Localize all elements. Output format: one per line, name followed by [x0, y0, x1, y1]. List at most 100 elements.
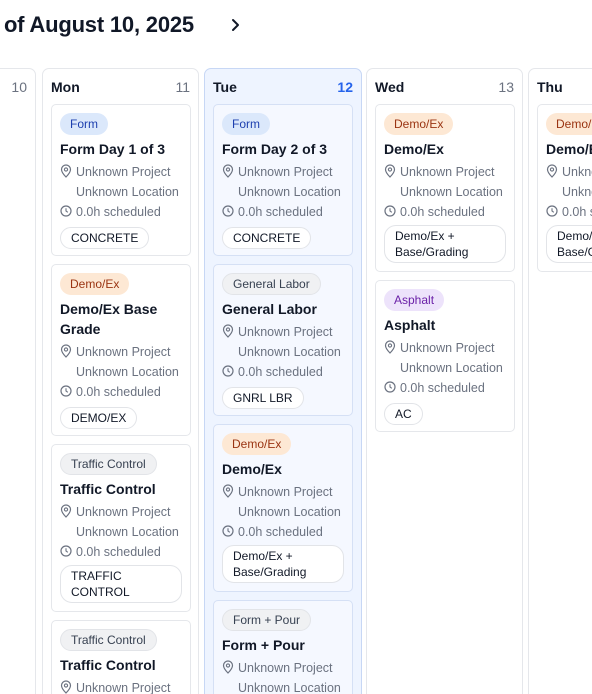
map-pin-icon — [546, 164, 558, 178]
event-card[interactable]: Demo/Ex Demo/Ex Unknown Project Unknown … — [213, 424, 353, 592]
crew-tag: GNRL LBR — [222, 387, 304, 409]
event-title: Form Day 1 of 3 — [60, 141, 166, 157]
category-badge: Demo/Ex — [546, 113, 592, 135]
day-column-wed: Wed 13 Demo/Ex Demo/Ex Unknown Project U… — [366, 68, 523, 694]
crew-tag-line2: CONTROL — [71, 585, 130, 599]
event-project: Unknown Project — [76, 165, 171, 179]
category-badge: Demo/Ex — [222, 433, 292, 455]
event-scheduled: 0.0h scheduled — [238, 525, 323, 539]
event-card[interactable]: Asphalt Asphalt Unknown Project Unknown … — [375, 280, 515, 432]
week-title: k of August 10, 2025 — [0, 12, 194, 37]
day-number: 11 — [175, 79, 190, 95]
category-badge: Traffic Control — [60, 629, 157, 651]
crew-tag: Demo/Ex + Base/Grading — [384, 225, 506, 263]
event-location: Unknown Location — [238, 681, 341, 694]
event-title: Asphalt — [384, 317, 436, 333]
clock-icon — [384, 381, 396, 393]
day-name: Tue — [213, 79, 237, 95]
crew-tag-line1: Demo/Ex + — [395, 229, 455, 243]
map-pin-icon — [60, 680, 72, 694]
event-scheduled: 0.0h scheduled — [238, 365, 323, 379]
crew-tag-line2: Base/Grading — [395, 245, 469, 259]
event-title: Demo/Ex — [384, 141, 444, 157]
crew-tag: TRAFFIC CONTROL — [60, 565, 182, 603]
event-location: Unknown Location — [238, 185, 341, 199]
next-week-button[interactable] — [226, 14, 244, 36]
event-project: Unknown Project — [400, 165, 495, 179]
event-project: Unknown Project — [400, 341, 495, 355]
category-badge: Form + Pour — [222, 609, 312, 631]
event-location: Unknown Location — [238, 505, 341, 519]
map-pin-icon — [222, 660, 234, 674]
event-title: Traffic Control — [60, 657, 156, 673]
event-card[interactable]: General Labor General Labor Unknown Proj… — [213, 264, 353, 416]
day-column-sun: 10 — [0, 68, 36, 694]
category-badge: General Labor — [222, 273, 321, 295]
event-title: Form + Pour — [222, 637, 305, 653]
crew-tag-line2: Base/Grading — [557, 245, 592, 259]
event-location: Unknown Location — [562, 185, 592, 199]
day-column-tue: Tue 12 Form Form Day 2 of 3 Unknown Proj… — [204, 68, 362, 694]
event-card[interactable]: Traffic Control Traffic Control Unknown … — [51, 444, 191, 612]
crew-tag: Demo/Ex + Base/Grading — [546, 225, 592, 263]
clock-icon — [222, 365, 234, 377]
map-pin-icon — [60, 504, 72, 518]
map-pin-icon — [60, 164, 72, 178]
event-project: Unknown Project — [562, 165, 592, 179]
event-scheduled: 0.0h scheduled — [76, 385, 161, 399]
event-project: Unknown Project — [238, 165, 333, 179]
event-project: Unknown Project — [76, 505, 171, 519]
event-location: Unknown Location — [400, 185, 503, 199]
chevron-right-icon — [232, 19, 239, 31]
event-project: Unknown Project — [76, 345, 171, 359]
map-pin-icon — [384, 340, 396, 354]
day-number: 12 — [337, 79, 353, 95]
map-pin-icon — [222, 324, 234, 338]
event-project: Unknown Project — [238, 325, 333, 339]
event-title: General Labor — [222, 301, 317, 317]
event-scheduled: 0.0h scheduled — [76, 205, 161, 219]
map-pin-icon — [384, 164, 396, 178]
crew-tag-line1: Demo/Ex + — [233, 549, 293, 563]
event-scheduled: 0.0h scheduled — [76, 545, 161, 559]
event-card[interactable]: Form + Pour Form + Pour Unknown Project … — [213, 600, 353, 694]
crew-tag-line2: Base/Grading — [233, 565, 307, 579]
clock-icon — [384, 205, 396, 217]
event-title: Demo/Ex Base — [60, 301, 158, 317]
event-title: Demo/Ex — [222, 461, 282, 477]
day-name: Mon — [51, 79, 80, 95]
event-location: Unknown Location — [76, 185, 179, 199]
crew-tag-line1: TRAFFIC — [71, 569, 122, 583]
event-location: Unknown Location — [400, 361, 503, 375]
clock-icon — [546, 205, 558, 217]
day-number: 13 — [498, 79, 514, 95]
clock-icon — [60, 205, 72, 217]
event-scheduled: 0.0h scheduled — [238, 205, 323, 219]
event-project: Unknown Project — [76, 681, 171, 694]
event-card[interactable]: Form Form Day 2 of 3 Unknown Project Unk… — [213, 104, 353, 256]
day-name: Thu — [537, 79, 563, 95]
event-title: Form Day 2 of 3 — [222, 141, 328, 157]
event-title: Traffic Control — [60, 481, 156, 497]
category-badge: Demo/Ex — [60, 273, 130, 295]
crew-tag-line1: Demo/Ex + — [557, 229, 592, 243]
crew-tag: CONCRETE — [60, 227, 150, 249]
crew-tag: Demo/Ex + Base/Grading — [222, 545, 344, 583]
event-card[interactable]: Form Form Day 1 of 3 Unknown Project Unk… — [51, 104, 191, 256]
event-card[interactable]: Demo/Ex Demo/Ex Unknown Project Unknown … — [537, 104, 592, 272]
event-scheduled: 0.0h scheduled — [400, 381, 485, 395]
event-location: Unknown Location — [76, 525, 179, 539]
event-card[interactable]: Traffic Control Traffic Control Unknown … — [51, 620, 191, 694]
event-card[interactable]: Demo/Ex Demo/Ex Unknown Project Unknown … — [375, 104, 515, 272]
map-pin-icon — [60, 344, 72, 358]
category-badge: Form — [222, 113, 270, 135]
clock-icon — [60, 545, 72, 557]
event-project: Unknown Project — [238, 661, 333, 675]
clock-icon — [222, 205, 234, 217]
clock-icon — [222, 525, 234, 537]
map-pin-icon — [222, 164, 234, 178]
category-badge: Traffic Control — [60, 453, 157, 475]
clock-icon — [60, 385, 72, 397]
event-location: Unknown Location — [76, 365, 179, 379]
event-card[interactable]: Demo/Ex Demo/Ex Base Grade Unknown Proje… — [51, 264, 191, 436]
